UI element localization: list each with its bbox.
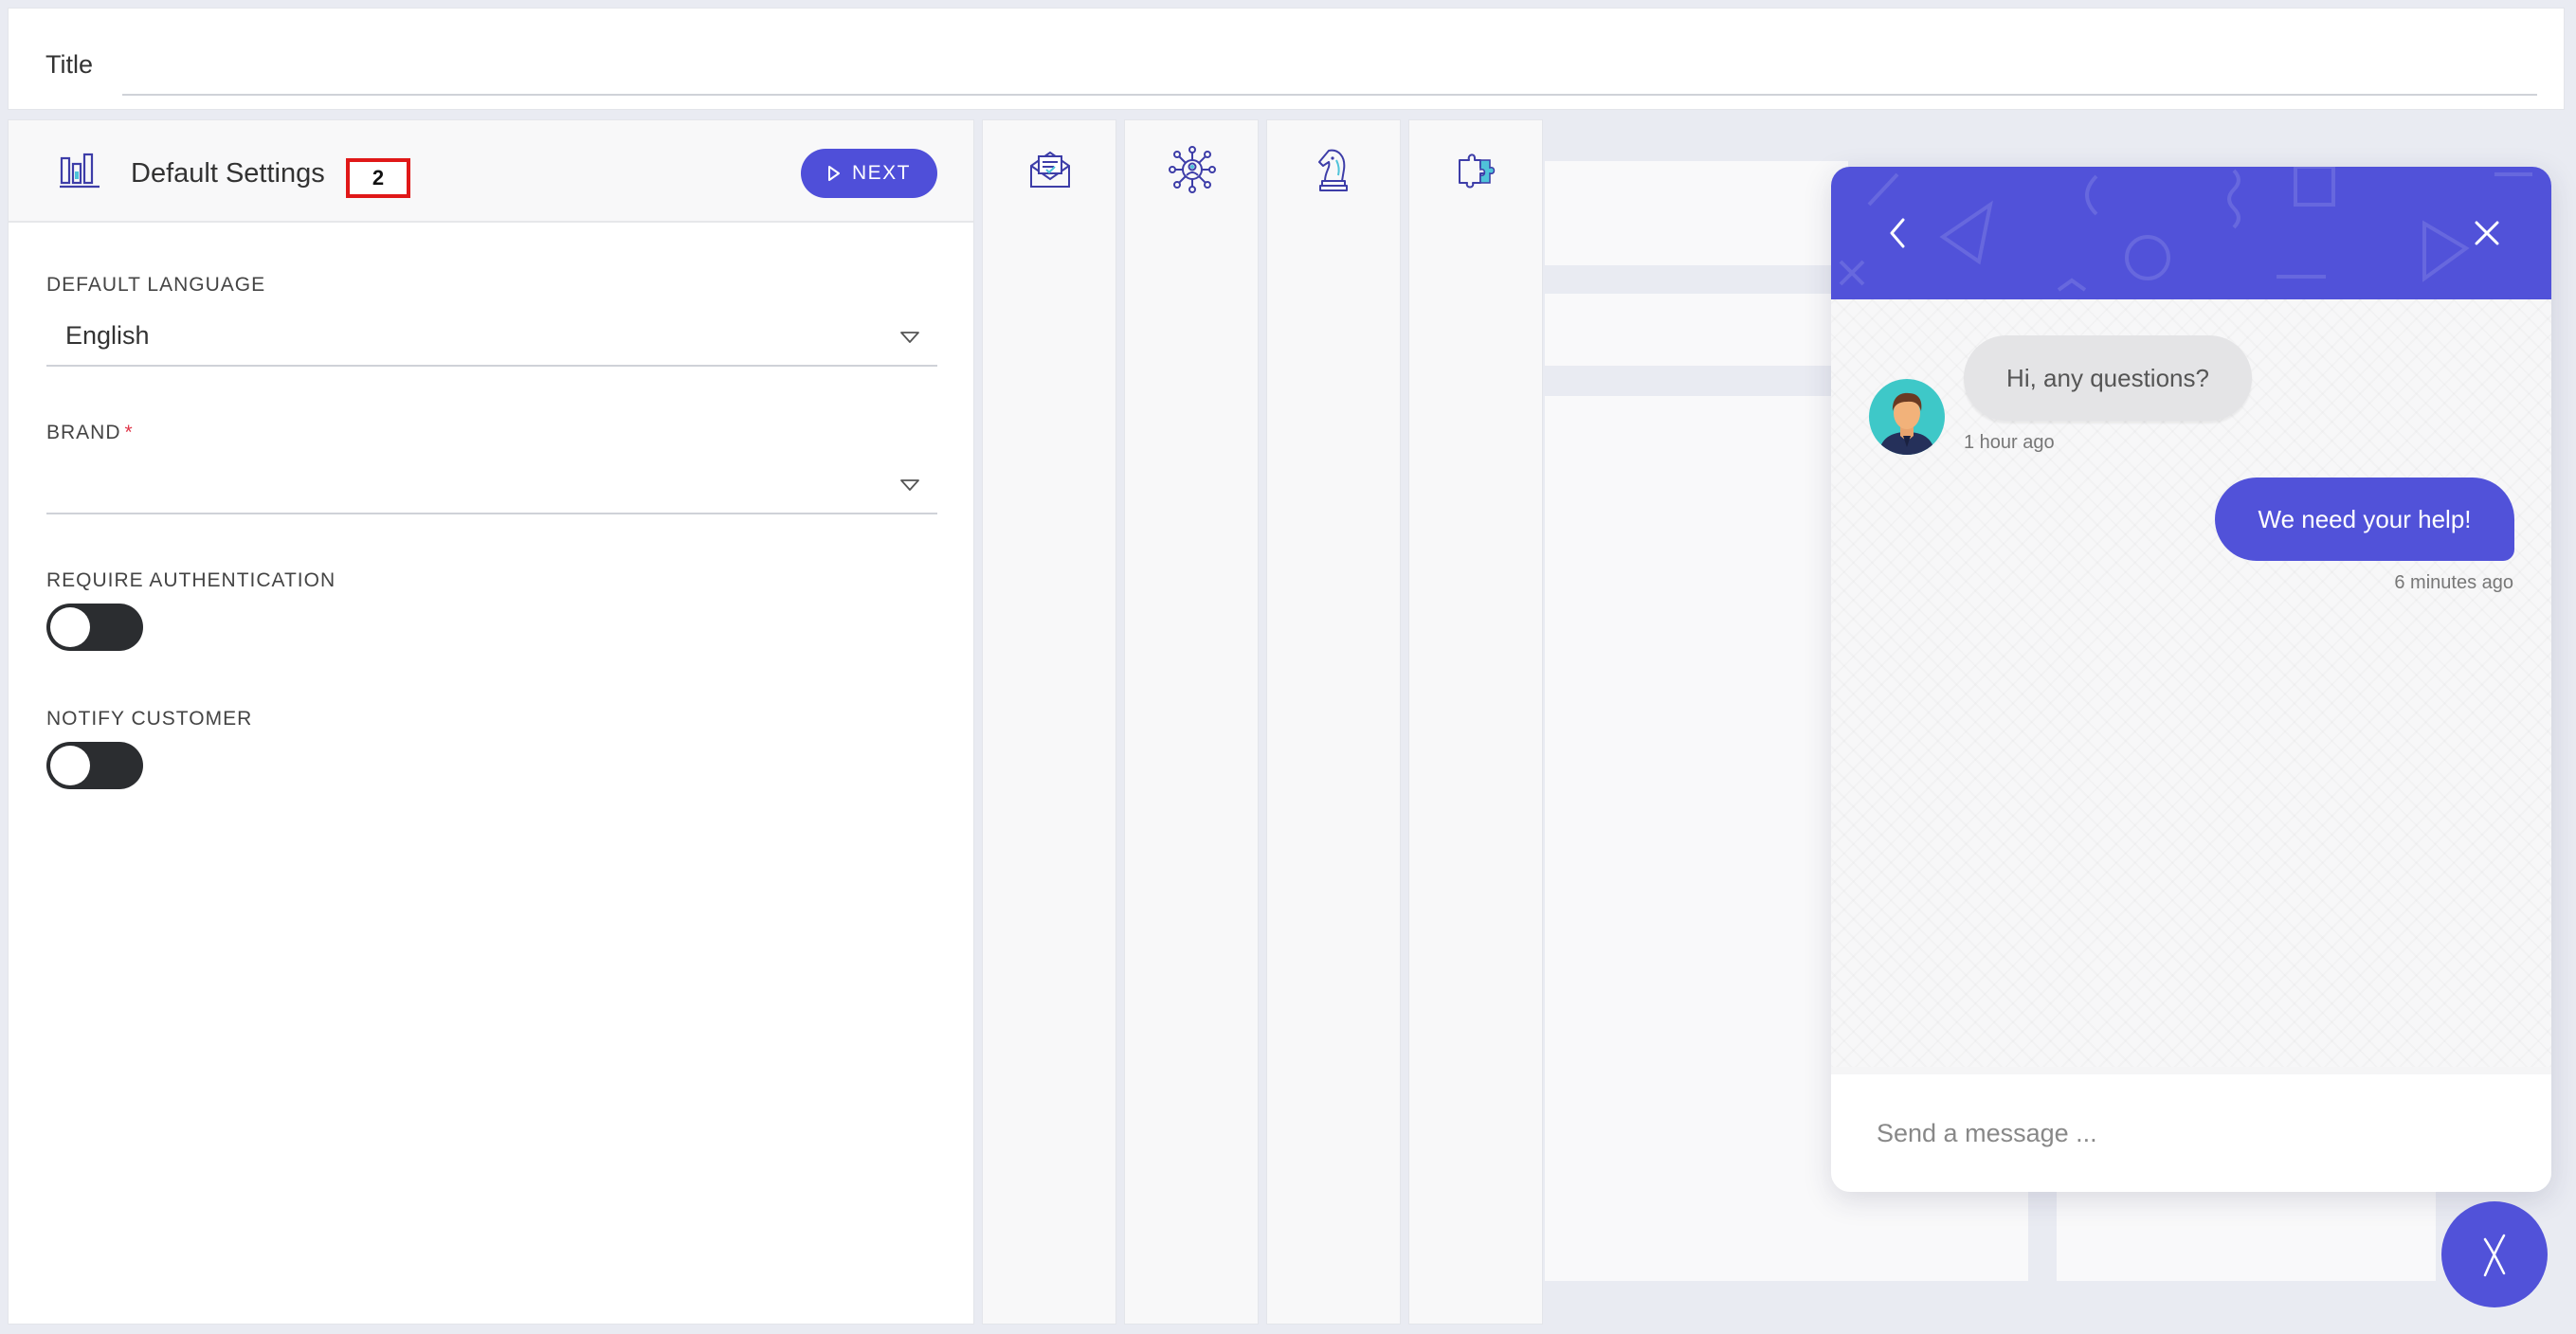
brand-label-text: BRAND <box>46 422 121 443</box>
message-input[interactable] <box>1877 1109 2502 1158</box>
email-document-icon <box>1030 151 1070 188</box>
agent-message-bubble: Hi, any questions? <box>1964 335 2252 421</box>
title-label: Title <box>45 50 94 79</box>
user-message-bubble: We need your help! <box>2215 478 2514 561</box>
background-block <box>1545 294 1848 366</box>
chat-header <box>1831 167 2551 299</box>
required-mark: * <box>124 422 134 443</box>
settings-panel: Default Settings 2 NEXT DEFAULT LANGUAGE… <box>8 119 974 1325</box>
notify-customer-toggle[interactable] <box>46 742 143 789</box>
settings-header: Default Settings 2 NEXT <box>9 120 973 223</box>
default-language-select[interactable]: English <box>46 308 937 367</box>
user-network-icon <box>1169 146 1216 193</box>
header-pattern <box>1839 167 2532 292</box>
default-language-value: English <box>65 321 150 350</box>
toggle-knob <box>50 746 90 785</box>
brand-label: BRAND * <box>46 422 134 444</box>
default-language-label: DEFAULT LANGUAGE <box>46 274 266 296</box>
user-message-time: 6 minutes ago <box>2394 572 2513 593</box>
step-number-badge: 2 <box>346 158 410 198</box>
background-block <box>2057 1184 2436 1281</box>
chess-knight-icon <box>1318 149 1348 191</box>
chat-widget: Hi, any questions? 1 hour ago We need yo… <box>1831 167 2551 1192</box>
next-button-label: NEXT <box>851 162 911 184</box>
toggle-knob <box>50 607 90 647</box>
title-bar: Title <box>8 8 2565 110</box>
step-column-strategy[interactable] <box>1266 119 1401 1325</box>
puzzle-piece-icon <box>1459 153 1496 189</box>
settings-title: Default Settings <box>131 158 325 189</box>
step-column-network[interactable] <box>1124 119 1259 1325</box>
chevron-down-icon <box>900 332 919 343</box>
require-authentication-toggle[interactable] <box>46 604 143 651</box>
step-column-email[interactable] <box>982 119 1116 1325</box>
chat-input-area <box>1831 1074 2551 1192</box>
require-authentication-label: REQUIRE AUTHENTICATION <box>46 569 336 591</box>
close-icon <box>2483 1234 2506 1277</box>
chat-launcher-button[interactable] <box>2441 1201 2548 1307</box>
step-column-integrations[interactable] <box>1408 119 1543 1325</box>
agent-avatar <box>1869 379 1945 455</box>
title-input[interactable] <box>122 41 2537 96</box>
brand-select[interactable] <box>46 456 937 514</box>
settings-books-icon <box>60 153 100 189</box>
next-button[interactable]: NEXT <box>801 149 937 198</box>
background-block <box>1545 161 1848 265</box>
notify-customer-label: NOTIFY CUSTOMER <box>46 708 253 730</box>
close-icon[interactable] <box>2472 218 2502 248</box>
agent-message-time: 1 hour ago <box>1964 432 2055 453</box>
back-arrow-icon[interactable] <box>1884 216 1913 250</box>
chevron-down-icon <box>900 479 919 491</box>
play-icon <box>827 166 840 181</box>
